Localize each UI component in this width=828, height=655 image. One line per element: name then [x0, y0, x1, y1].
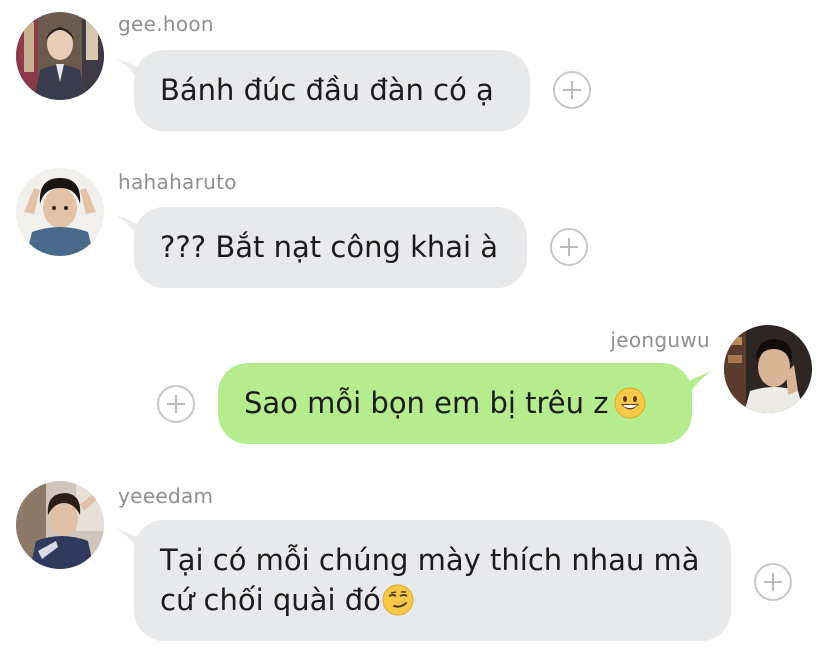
message-text-line: cứ chối quài đó	[160, 580, 731, 620]
smirking-face-emoji	[382, 584, 414, 616]
username-gee-hoon: gee.hoon	[118, 12, 214, 36]
message-text: ??? Bắt nạt công khai à	[160, 230, 499, 264]
message-bubble[interactable]: Bánh đúc đầu đàn có ạ	[134, 50, 530, 131]
message-text-line: Tại có mỗi chúng mày thích nhau mà	[160, 543, 700, 577]
add-reaction-button[interactable]	[157, 385, 195, 423]
username-yeeedam: yeeedam	[118, 484, 214, 508]
message-bubble[interactable]: Sao mỗi bọn em bị trêu z	[218, 363, 692, 444]
username-jeonguwu: jeonguwu	[610, 328, 710, 352]
add-reaction-button[interactable]	[550, 228, 588, 266]
add-reaction-button[interactable]	[553, 71, 591, 109]
add-reaction-button[interactable]	[754, 563, 792, 601]
avatar-yeeedam[interactable]	[16, 481, 104, 569]
message-text: Sao mỗi bọn em bị trêu z	[244, 386, 609, 420]
avatar-gee-hoon[interactable]	[16, 12, 104, 100]
message-bubble[interactable]: Tại có mỗi chúng mày thích nhau mà cứ ch…	[134, 520, 731, 641]
message-bubble[interactable]: ??? Bắt nạt công khai à	[134, 207, 527, 288]
message-text: Bánh đúc đầu đàn có ạ	[160, 73, 494, 107]
username-hahaharuto: hahaharuto	[118, 170, 237, 194]
grinning-face-emoji	[614, 387, 646, 419]
avatar-hahaharuto[interactable]	[16, 168, 104, 256]
avatar-jeonguwu[interactable]	[724, 325, 812, 413]
